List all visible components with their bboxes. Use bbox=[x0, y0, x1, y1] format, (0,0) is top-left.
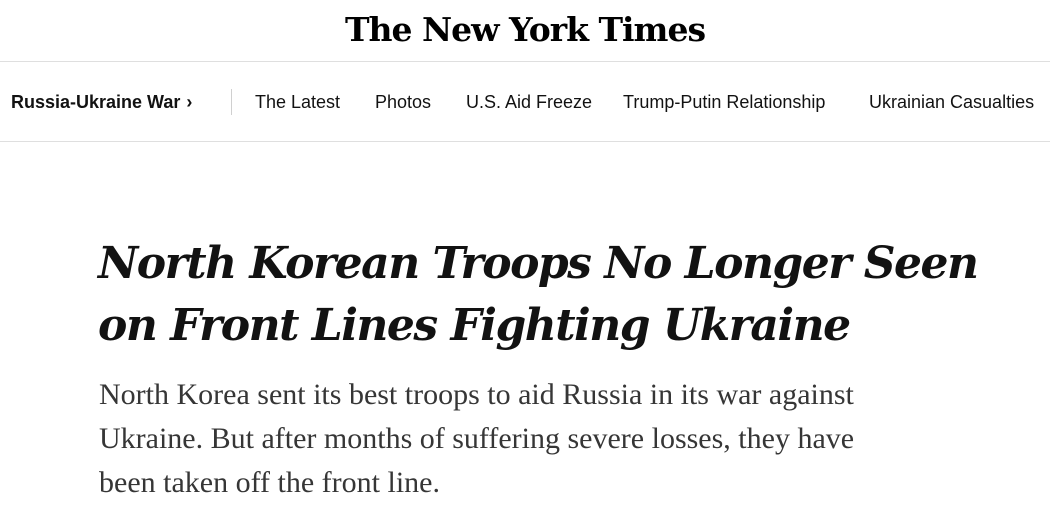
section-link-russia-ukraine-war[interactable]: Russia-Ukraine War › bbox=[11, 91, 192, 113]
article-summary: North Korea sent its best troops to aid … bbox=[99, 373, 959, 505]
nav-divider bbox=[231, 89, 232, 115]
summary-line: Ukraine. But after months of suffering s… bbox=[99, 422, 855, 455]
nav-item-the-latest[interactable]: The Latest bbox=[255, 91, 340, 113]
summary-line: been taken off the front line. bbox=[99, 466, 440, 499]
nyt-logo[interactable]: The New York Times bbox=[0, 10, 1050, 50]
article-headline: North Korean Troops No Longer Seen on Fr… bbox=[98, 233, 979, 357]
headline-line: North Korean Troops No Longer Seen bbox=[98, 238, 979, 289]
headline-line: on Front Lines Fighting Ukraine bbox=[98, 300, 851, 351]
section-subnav: Russia-Ukraine War › The Latest Photos U.… bbox=[0, 62, 1050, 142]
masthead: The New York Times bbox=[0, 0, 1050, 62]
section-link-label: Russia-Ukraine War bbox=[11, 92, 181, 112]
nav-item-us-aid-freeze[interactable]: U.S. Aid Freeze bbox=[466, 91, 592, 113]
nav-item-trump-putin-relationship[interactable]: Trump-Putin Relationship bbox=[623, 91, 825, 113]
chevron-right-icon: › bbox=[186, 92, 193, 112]
nav-item-photos[interactable]: Photos bbox=[375, 91, 431, 113]
summary-line: North Korea sent its best troops to aid … bbox=[99, 378, 854, 411]
nav-item-ukrainian-casualties[interactable]: Ukrainian Casualties bbox=[869, 91, 1034, 113]
